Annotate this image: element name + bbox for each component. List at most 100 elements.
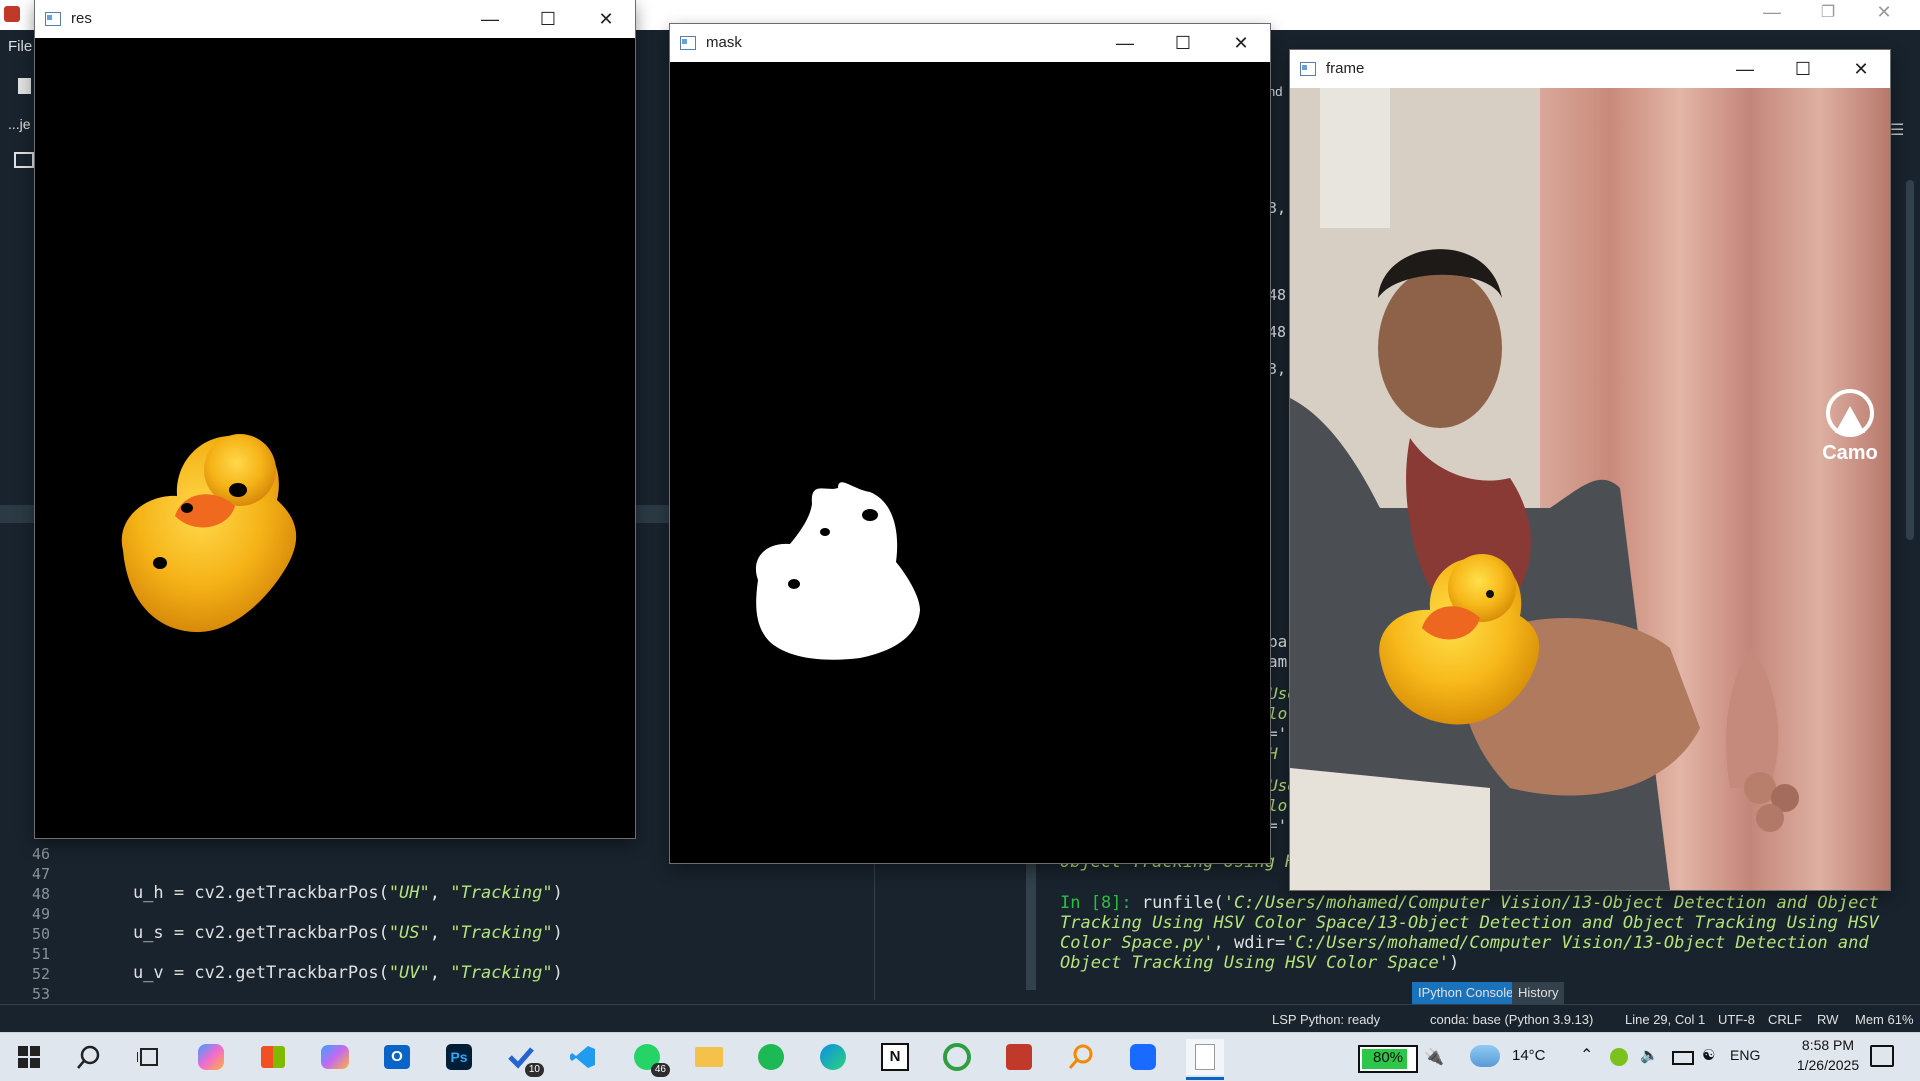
spyder-icon — [1006, 1044, 1032, 1070]
editor-tab-partial[interactable]: nd — [1268, 84, 1282, 99]
line-number: 49 — [31, 905, 50, 923]
partial-value: 3, — [1268, 360, 1287, 378]
minimize-button[interactable]: — — [1716, 50, 1774, 88]
taskbar-whatsapp[interactable]: 46 — [628, 1039, 670, 1077]
volume-icon[interactable]: 🔈 — [1640, 1046, 1659, 1064]
console-path: 'C:/Users/mohamed/Computer Vision/13-Obj… — [1285, 933, 1869, 953]
maximize-button[interactable]: ☐ — [519, 0, 577, 38]
spyder-close-button[interactable]: ✕ — [1864, 2, 1904, 28]
res-title-bar[interactable]: res — ☐ ✕ — [35, 0, 635, 38]
search-icon — [77, 1045, 100, 1069]
taskbar-search-app[interactable] — [1062, 1039, 1100, 1075]
partial-value: 48 — [1268, 286, 1287, 304]
battery-percent: 80% — [1372, 1049, 1404, 1066]
battery-tray-icon[interactable] — [1672, 1051, 1694, 1065]
spyder-restore-button[interactable]: ❐ — [1808, 2, 1848, 28]
editor-scrollbar[interactable] — [1026, 860, 1036, 990]
store-icon — [261, 1046, 285, 1068]
code-string: "UH" — [388, 883, 430, 903]
line-number: 50 — [31, 925, 50, 943]
spotify-icon — [758, 1044, 784, 1070]
taskbar-copilot[interactable] — [192, 1039, 230, 1075]
taskbar-progress-app[interactable] — [938, 1039, 976, 1075]
code-text: u_h = cv2.getTrackbarPos( — [92, 883, 389, 903]
taskbar-photoshop[interactable]: Ps — [440, 1039, 478, 1075]
taskbar-outlook[interactable]: O — [378, 1039, 416, 1075]
editor-divider — [874, 860, 875, 1000]
rw-status: RW — [1817, 1012, 1839, 1027]
taskbar-vscode[interactable] — [564, 1039, 602, 1075]
code-text: u_v = cv2.getTrackbarPos( — [92, 963, 389, 983]
variable-explorer-scrollbar[interactable] — [1906, 180, 1914, 540]
taskbar-m365[interactable] — [316, 1039, 354, 1075]
encoding-status: UTF-8 — [1718, 1012, 1755, 1027]
notification-icon[interactable] — [1870, 1045, 1894, 1067]
taskbar-edge[interactable] — [814, 1039, 852, 1075]
camera-frame-image: Camo — [1290, 88, 1890, 890]
taskbar-todo[interactable]: 10 — [502, 1039, 544, 1077]
minimize-button[interactable]: — — [461, 0, 519, 38]
mask-title-bar[interactable]: mask — ☐ ✕ — [670, 24, 1270, 62]
code-string: "Tracking" — [450, 963, 553, 983]
spyder-panel-icon[interactable] — [14, 152, 34, 168]
mask-window[interactable]: mask — ☐ ✕ — [670, 24, 1270, 863]
taskbar-store[interactable] — [254, 1039, 292, 1075]
minimize-button[interactable]: — — [1096, 24, 1154, 62]
mask-image — [670, 62, 1270, 863]
show-hidden-icons[interactable]: ⌃ — [1580, 1045, 1593, 1065]
tab-history[interactable]: History — [1512, 982, 1565, 1004]
folder-icon — [695, 1047, 723, 1067]
new-file-icon[interactable] — [18, 78, 31, 94]
menu-file[interactable]: File — [8, 38, 32, 55]
line-number: 47 — [31, 865, 50, 883]
window-title: mask — [706, 34, 742, 51]
cursor-position: Line 29, Col 1 — [1625, 1012, 1706, 1027]
whatsapp-badge: 46 — [650, 1063, 670, 1077]
line-number: 53 — [31, 985, 50, 1003]
taskbar-notepad[interactable] — [1186, 1039, 1224, 1075]
clock-date[interactable]: 1/26/2025 — [1780, 1057, 1876, 1073]
code-line-52: u_v = cv2.getTrackbarPos("UV", "Tracking… — [92, 963, 563, 983]
clock-time[interactable]: 8:58 PM — [1788, 1037, 1868, 1053]
console-command: runfile( — [1131, 893, 1224, 913]
task-view-button[interactable] — [130, 1039, 168, 1075]
notion-icon: N — [881, 1043, 909, 1071]
start-button[interactable] — [10, 1039, 48, 1075]
res-window[interactable]: res — ☐ ✕ — [35, 0, 635, 838]
eol-status: CRLF — [1768, 1012, 1802, 1027]
code-text: ) — [552, 963, 563, 983]
taskbar-notion[interactable]: N — [876, 1039, 914, 1075]
taskbar-camo[interactable] — [1124, 1039, 1162, 1075]
edge-icon — [820, 1044, 846, 1070]
weather-icon[interactable] — [1470, 1045, 1500, 1067]
maximize-button[interactable]: ☐ — [1154, 24, 1212, 62]
language-indicator[interactable]: ENG — [1730, 1047, 1760, 1063]
todo-badge: 10 — [524, 1063, 544, 1077]
close-button[interactable]: ✕ — [1212, 24, 1270, 62]
console-path: 'C:/Users/mohamed/Computer Vision/13-Obj… — [1223, 893, 1879, 913]
frame-title-bar[interactable]: frame — ☐ ✕ — [1290, 50, 1890, 88]
taskbar-spotify[interactable] — [752, 1039, 790, 1075]
rubber-duck-image — [121, 434, 297, 633]
line-number: 51 — [31, 945, 50, 963]
variable-explorer-partial: 3, 48 48 3, — [1268, 190, 1286, 388]
frame-window[interactable]: frame — ☐ ✕ Camo — [1290, 50, 1890, 890]
search-button[interactable] — [70, 1039, 108, 1075]
code-text: , — [429, 963, 451, 983]
window-title: res — [71, 10, 92, 27]
weather-temperature[interactable]: 14°C — [1512, 1047, 1546, 1064]
close-button[interactable]: ✕ — [1832, 50, 1890, 88]
spyder-minimize-button[interactable]: — — [1752, 2, 1792, 28]
taskbar-file-explorer[interactable] — [690, 1039, 728, 1075]
app-tray-icon[interactable] — [1610, 1048, 1628, 1066]
options-icon[interactable]: ☰ — [1890, 120, 1904, 140]
console-arg: , wdir= — [1213, 933, 1286, 953]
maximize-button[interactable]: ☐ — [1774, 50, 1832, 88]
taskbar-spyder[interactable] — [1000, 1039, 1038, 1075]
duck-mask-shape — [755, 482, 920, 660]
close-button[interactable]: ✕ — [577, 0, 635, 38]
tab-ipython-console[interactable]: IPython Console — [1412, 982, 1520, 1004]
wifi-icon[interactable]: ☯ — [1702, 1046, 1715, 1064]
battery-indicator[interactable]: 80% — [1358, 1045, 1418, 1073]
code-text: , — [429, 923, 451, 943]
